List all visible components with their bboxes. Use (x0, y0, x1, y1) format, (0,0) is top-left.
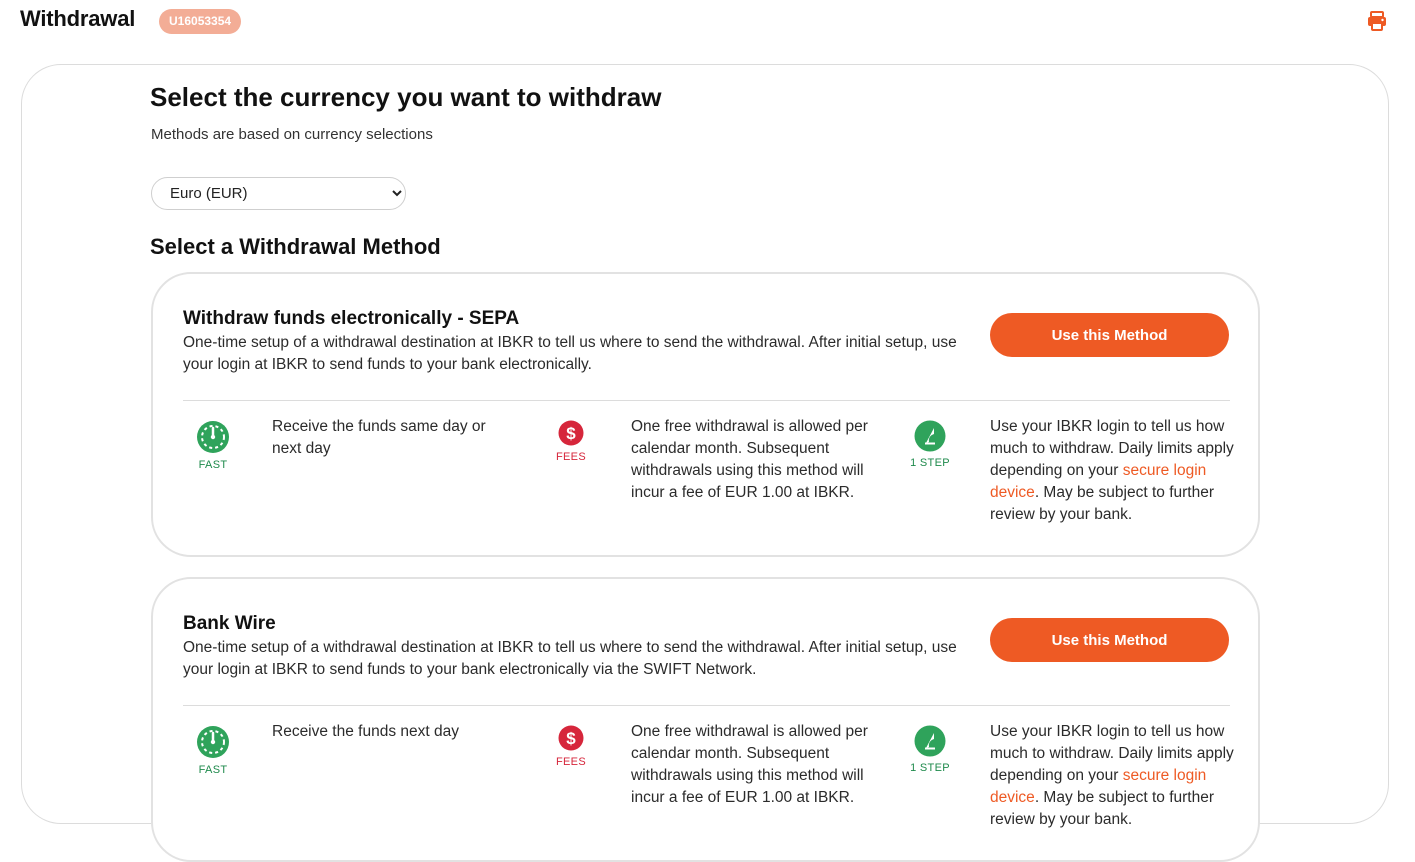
method-description: One-time setup of a withdrawal destinati… (183, 639, 957, 678)
use-method-button[interactable]: Use this Method (990, 618, 1229, 662)
use-method-button[interactable]: Use this Method (990, 313, 1229, 357)
speedometer-icon (197, 726, 229, 758)
steps-caption: 1 STEP (910, 457, 950, 469)
currency-subtext: Methods are based on currency selections (151, 126, 433, 143)
svg-text:$: $ (566, 729, 576, 748)
speed-feature: FAST (195, 725, 231, 776)
page-title: Withdrawal (20, 6, 136, 31)
steps-feature: 1 STEP (910, 420, 950, 469)
fees-caption: FEES (556, 756, 586, 768)
printer-icon[interactable] (1366, 10, 1388, 32)
fees-feature: $ FEES (553, 725, 589, 768)
speed-text: Receive the funds next day (272, 723, 459, 740)
steps-text: Use your IBKR login to tell us how much … (990, 721, 1235, 831)
top-bar: Withdrawal U16053354 (0, 0, 1415, 44)
single-step-icon (914, 725, 946, 757)
steps-caption: 1 STEP (910, 762, 950, 774)
speedometer-icon (197, 421, 229, 453)
dollar-icon: $ (558, 725, 584, 751)
speed-text: Receive the funds same day or next day (272, 418, 486, 457)
currency-select[interactable]: Euro (EUR) (151, 177, 406, 210)
speed-caption: FAST (198, 459, 228, 471)
steps-text: Use your IBKR login to tell us how much … (990, 416, 1235, 526)
method-title: Withdraw funds electronically - SEPA (183, 308, 520, 329)
account-id-badge: U16053354 (159, 9, 242, 34)
divider (183, 400, 1230, 401)
method-card-sepa: Withdraw funds electronically - SEPA One… (151, 272, 1260, 557)
divider (183, 705, 1230, 706)
fees-caption: FEES (556, 451, 586, 463)
fees-feature: $ FEES (553, 420, 589, 463)
fees-text: One free withdrawal is allowed per calen… (631, 418, 868, 501)
method-heading: Select a Withdrawal Method (150, 234, 441, 259)
currency-heading: Select the currency you want to withdraw (150, 82, 662, 112)
method-title: Bank Wire (183, 613, 276, 634)
fees-text: One free withdrawal is allowed per calen… (631, 723, 868, 806)
speed-feature: FAST (195, 420, 231, 471)
method-card-bank-wire: Bank Wire One-time setup of a withdrawal… (151, 577, 1260, 862)
steps-feature: 1 STEP (910, 725, 950, 774)
single-step-icon (914, 420, 946, 452)
svg-text:$: $ (566, 424, 576, 443)
speed-caption: FAST (198, 764, 228, 776)
dollar-icon: $ (558, 420, 584, 446)
method-description: One-time setup of a withdrawal destinati… (183, 334, 957, 373)
